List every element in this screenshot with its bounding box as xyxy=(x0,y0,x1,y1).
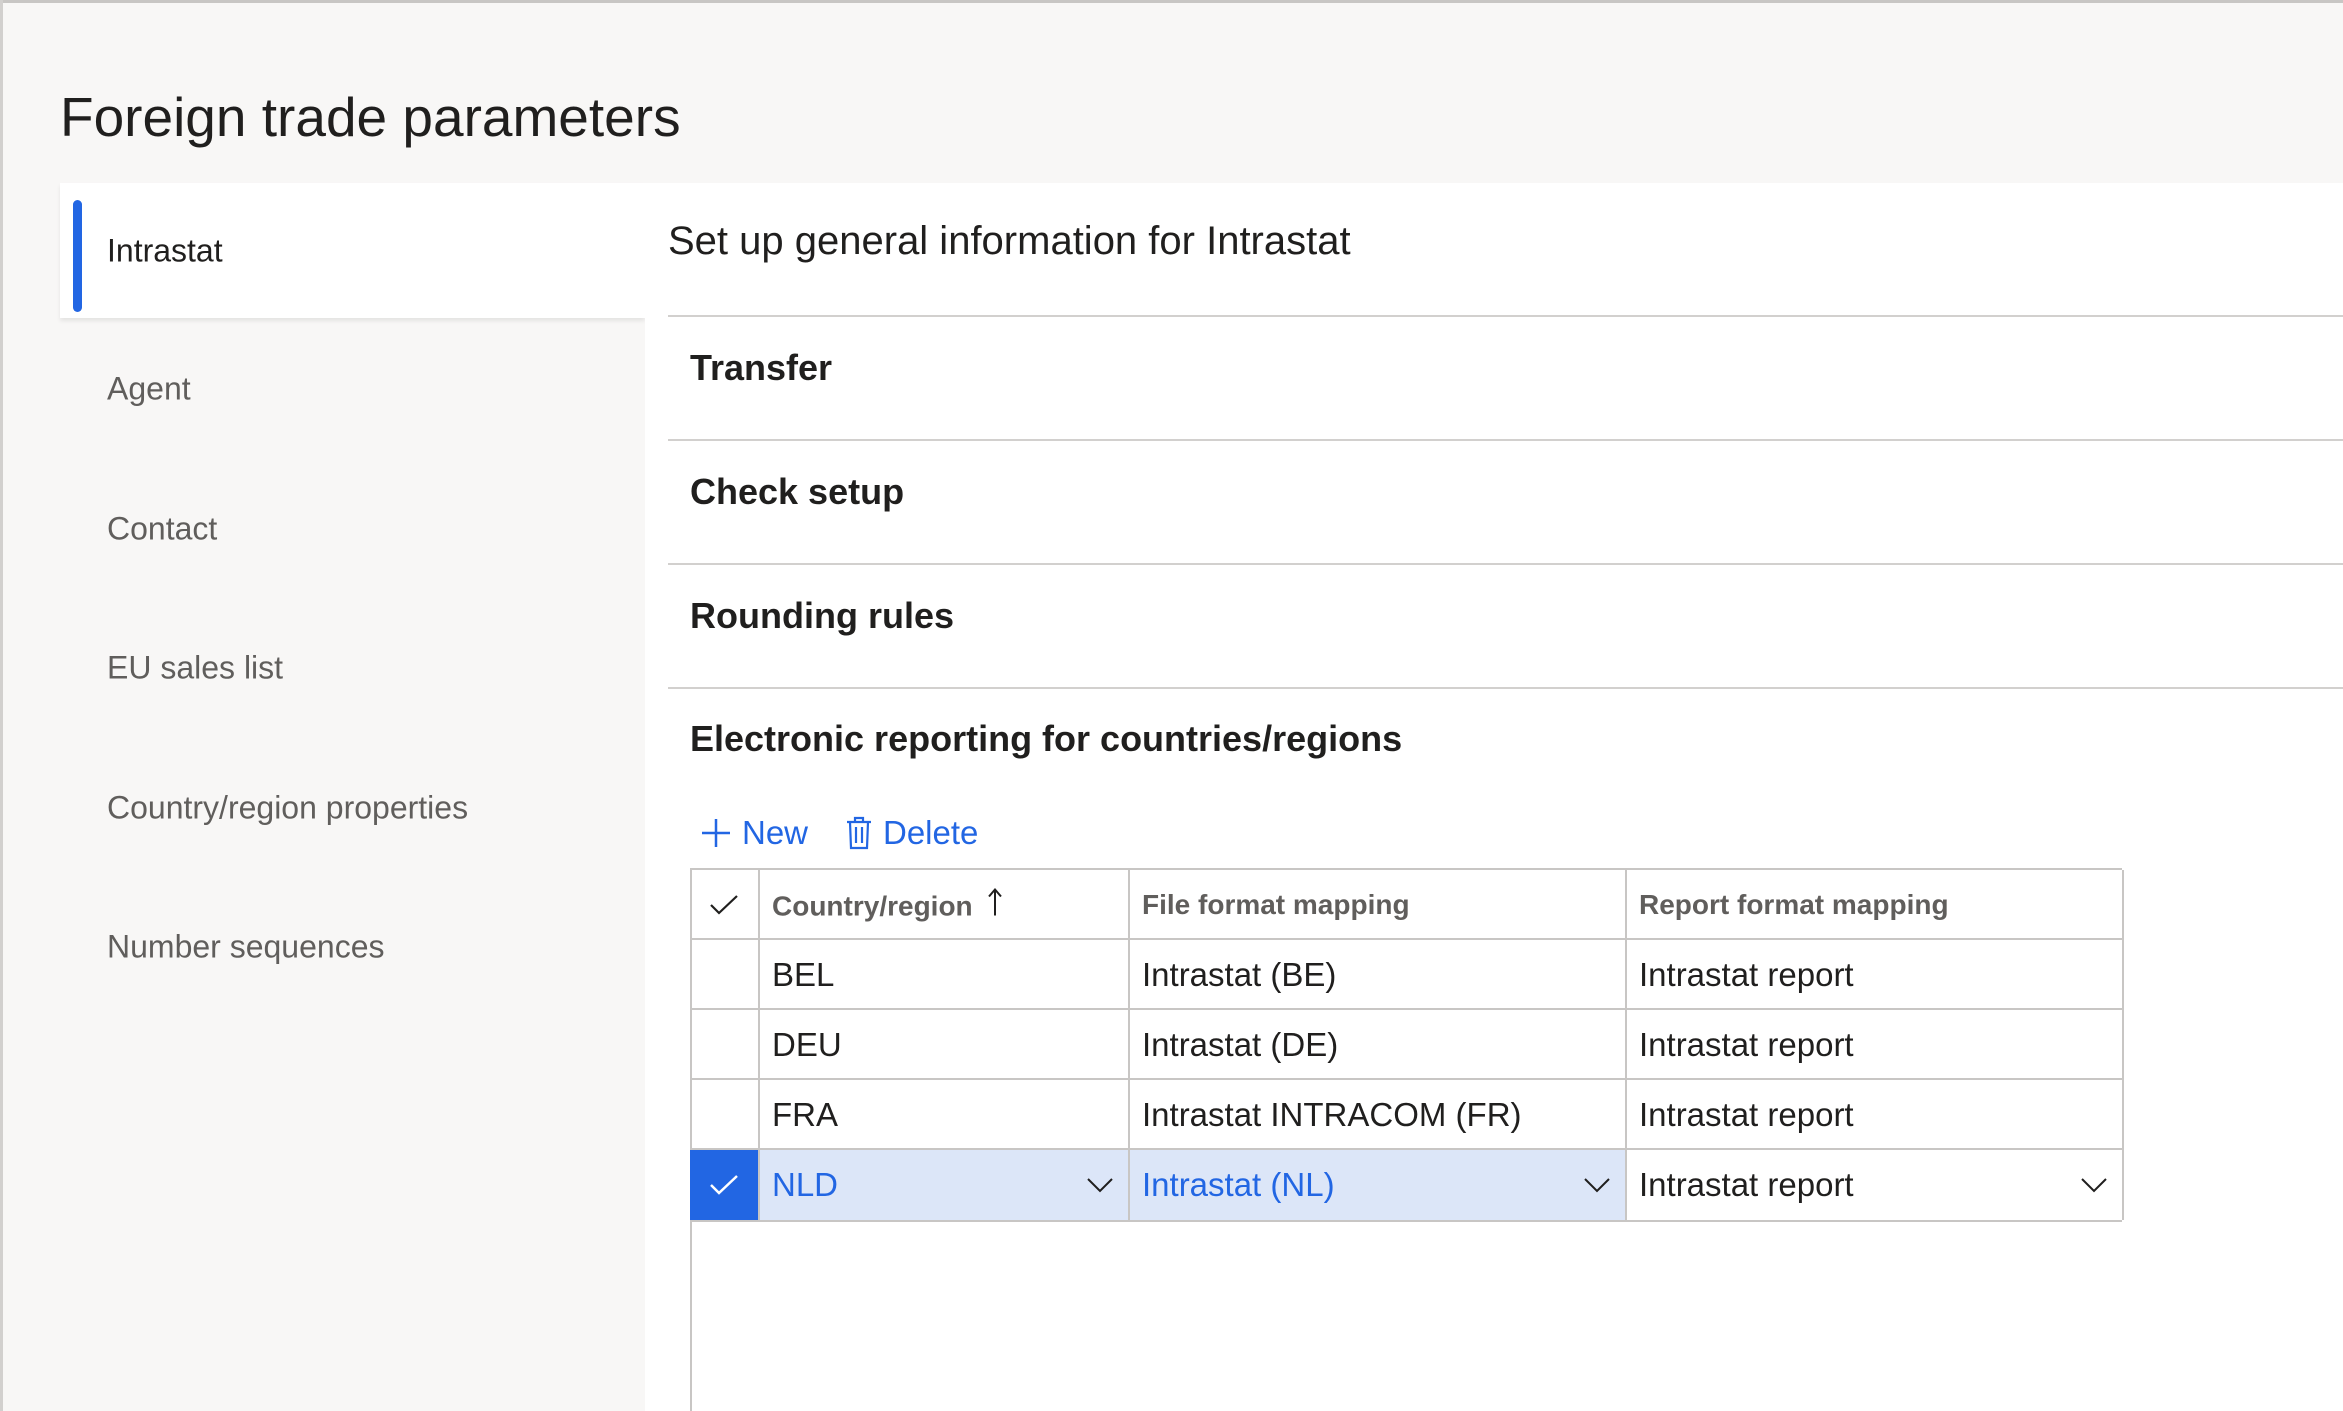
country-region-grid: Country/region File format mapping Repor… xyxy=(690,868,2342,1411)
chevron-down-icon[interactable] xyxy=(2080,1177,2108,1193)
select-all-cell[interactable] xyxy=(690,870,760,940)
table-row[interactable]: DEU Intrastat (DE) Intrastat report xyxy=(690,1008,2124,1080)
report-format-mapping-cell[interactable]: Intrastat report xyxy=(1627,1080,2124,1150)
electronic-reporting-heading[interactable]: Electronic reporting for countries/regio… xyxy=(690,718,1402,760)
file-format-mapping-cell[interactable]: Intrastat (BE) xyxy=(1130,940,1627,1010)
plus-icon xyxy=(702,819,730,847)
file-format-mapping-cell[interactable]: Intrastat INTRACOM (FR) xyxy=(1130,1080,1627,1150)
sort-ascending-icon xyxy=(987,887,1002,916)
table-row[interactable]: FRA Intrastat INTRACOM (FR) Intrastat re… xyxy=(690,1078,2124,1150)
country-region-cell[interactable]: FRA xyxy=(760,1080,1130,1150)
nav-item-intrastat[interactable]: Intrastat xyxy=(60,183,645,318)
table-row-selected[interactable]: NLD Intrastat (NL) Intrastat report xyxy=(690,1148,2124,1222)
fasttab-label: Transfer xyxy=(690,347,833,388)
file-format-mapping-cell[interactable]: Intrastat (DE) xyxy=(1130,1010,1627,1080)
country-region-cell[interactable]: DEU xyxy=(760,1010,1130,1080)
delete-button[interactable]: Delete xyxy=(845,808,978,858)
nav-item-label: Intrastat xyxy=(107,232,223,268)
fasttab-divider xyxy=(668,687,2343,689)
file-format-mapping-dropdown[interactable]: Intrastat (NL) xyxy=(1130,1150,1627,1220)
column-header-report-format-mapping[interactable]: Report format mapping xyxy=(1627,870,2124,940)
report-format-mapping-cell[interactable]: Intrastat report xyxy=(1627,940,2124,1010)
nav-item-label: Contact xyxy=(107,510,218,546)
checkmark-icon xyxy=(710,1175,738,1195)
chevron-down-icon[interactable] xyxy=(1086,1177,1114,1193)
chevron-down-icon[interactable] xyxy=(1583,1177,1611,1193)
nav-item-contact[interactable]: Contact xyxy=(60,461,645,596)
column-header-label: Report format mapping xyxy=(1639,889,1949,920)
column-header-file-format-mapping[interactable]: File format mapping xyxy=(1130,870,1627,940)
report-format-mapping-dropdown[interactable]: Intrastat report xyxy=(1627,1150,2124,1220)
fasttab-transfer[interactable]: Transfer xyxy=(668,315,2343,441)
column-header-label: Country/region xyxy=(772,890,973,922)
window-top-border xyxy=(0,0,2343,3)
new-button[interactable]: New xyxy=(700,808,808,858)
country-region-dropdown[interactable]: NLD xyxy=(760,1150,1130,1220)
nav-item-label: Agent xyxy=(107,370,191,406)
table-row[interactable]: BEL Intrastat (BE) Intrastat report xyxy=(690,938,2124,1010)
delete-button-label: Delete xyxy=(883,814,979,851)
fasttab-rounding-rules[interactable]: Rounding rules xyxy=(668,563,2343,689)
nav-item-eu-sales-list[interactable]: EU sales list xyxy=(60,600,645,735)
checkmark-icon xyxy=(710,895,738,915)
new-button-label: New xyxy=(742,814,809,851)
row-selector[interactable] xyxy=(690,940,760,1010)
report-format-mapping-cell[interactable]: Intrastat report xyxy=(1627,1010,2124,1080)
fasttab-label: Check setup xyxy=(690,471,905,512)
row-selector[interactable] xyxy=(690,1080,760,1150)
column-header-country-region[interactable]: Country/region xyxy=(760,870,1130,940)
main-panel: Set up general information for Intrastat… xyxy=(645,183,2343,1411)
trash-icon xyxy=(847,816,871,850)
page-title: Foreign trade parameters xyxy=(60,86,681,148)
nav-item-label: EU sales list xyxy=(107,649,284,685)
grid-header-row: Country/region File format mapping Repor… xyxy=(690,868,2124,940)
row-selector[interactable] xyxy=(690,1150,760,1220)
column-header-label: File format mapping xyxy=(1142,889,1410,920)
nav-item-country-region-properties[interactable]: Country/region properties xyxy=(60,740,645,875)
nav-item-number-sequences[interactable]: Number sequences xyxy=(60,879,645,1014)
nav-item-label: Number sequences xyxy=(107,928,385,964)
country-region-cell[interactable]: BEL xyxy=(760,940,1130,1010)
fasttab-label: Rounding rules xyxy=(690,595,954,636)
window-left-border xyxy=(0,0,3,1411)
nav-item-agent[interactable]: Agent xyxy=(60,321,645,456)
left-navigation: Intrastat Agent Contact EU sales list Co… xyxy=(60,183,645,1411)
active-indicator xyxy=(73,200,82,312)
section-heading: Set up general information for Intrastat xyxy=(668,219,1351,263)
row-selector[interactable] xyxy=(690,1010,760,1080)
fasttab-check-setup[interactable]: Check setup xyxy=(668,439,2343,565)
nav-item-label: Country/region properties xyxy=(107,789,469,825)
